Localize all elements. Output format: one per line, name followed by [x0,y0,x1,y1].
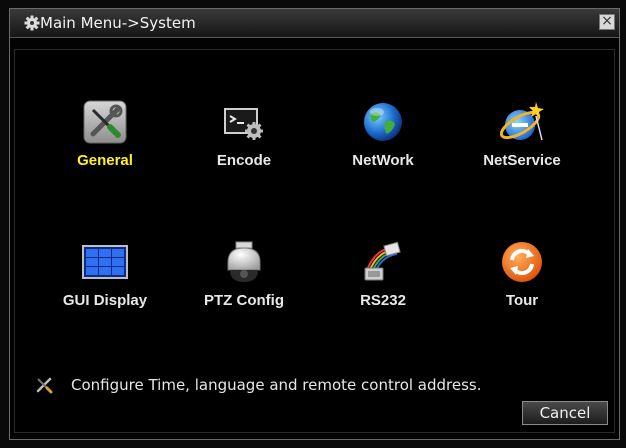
menu-item-label: GUI Display [62,292,148,309]
menu-item-label: General [77,152,133,169]
gear-icon [24,15,40,31]
menu-item-label: Encode [216,152,272,169]
globe-icon [364,103,402,141]
menu-item-label: PTZ Config [204,292,284,309]
menu-item-label: NetWork [352,152,414,169]
cancel-button[interactable]: Cancel [522,401,608,425]
title-bar: Main Menu->System × [10,9,619,38]
hint-text: Configure Time, language and remote cont… [71,376,482,394]
tools-icon [83,100,127,144]
menu-item-label: Tour [505,292,539,309]
terminal-gear-icon [224,108,263,140]
menu-item-label: NetService [483,152,561,169]
menu-item-rs232[interactable]: RS232 [328,240,438,309]
tools-small-icon [36,377,53,394]
menu-item-label: RS232 [360,292,406,309]
refresh-icon [502,242,542,282]
menu-item-netservice[interactable]: NetService [467,100,577,169]
menu-item-ptz-config[interactable]: PTZ Config [189,240,299,309]
menu-item-gui-display[interactable]: GUI Display [50,240,160,309]
ie-globe-icon [500,102,544,141]
serial-cable-icon [364,241,401,281]
display-grid-icon [82,245,128,279]
system-menu-window: Main Menu->System × General Encode NetWo… [9,8,620,440]
menu-item-encode[interactable]: Encode [189,100,299,169]
system-panel: General Encode NetWork NetService GUI Di… [14,49,615,433]
window-title: Main Menu->System [40,14,196,32]
menu-item-general[interactable]: General [50,100,160,169]
close-button[interactable]: × [599,14,615,30]
menu-item-tour[interactable]: Tour [467,240,577,309]
menu-item-network[interactable]: NetWork [328,100,438,169]
dome-camera-icon [227,241,261,282]
